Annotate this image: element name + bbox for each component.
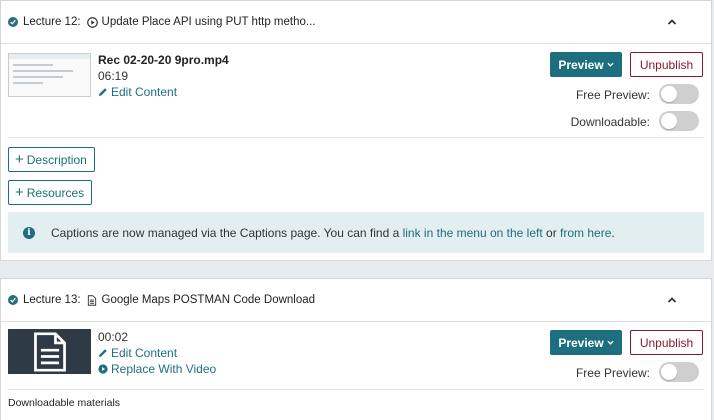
preview-button[interactable]: Preview <box>550 52 622 77</box>
chevron-up-icon[interactable] <box>667 295 677 305</box>
downloadable-label: Downloadable: <box>570 115 650 129</box>
free-preview-label: Free Preview: <box>575 88 650 102</box>
chevron-down-icon <box>607 62 614 67</box>
lecture-title: Update Place API using PUT http metho... <box>101 16 316 28</box>
captions-here-link[interactable]: from here <box>560 226 611 240</box>
chevron-down-icon <box>607 340 614 345</box>
free-preview-toggle[interactable] <box>659 362 699 382</box>
unpublish-button[interactable]: Unpublish <box>630 52 703 77</box>
pencil-icon <box>99 349 107 357</box>
pencil-icon <box>99 88 107 96</box>
description-label: Description <box>26 152 87 167</box>
lecture-label: Lecture 12: <box>23 16 81 28</box>
edit-content-link[interactable]: Edit Content <box>98 346 177 360</box>
edit-content-label: Edit Content <box>111 346 178 360</box>
play-circle-icon <box>98 364 108 374</box>
edit-content-label: Edit Content <box>111 85 178 99</box>
resources-button[interactable]: + Resources <box>8 180 93 205</box>
chevron-up-icon[interactable] <box>667 17 677 27</box>
lecture-12-content: Rec 02-20-20 9pro.mp4 06:19 Edit Content… <box>8 44 704 138</box>
description-button[interactable]: + Description <box>8 147 95 172</box>
check-circle-icon <box>8 295 18 305</box>
unpublish-label: Unpublish <box>639 335 694 350</box>
replace-with-video-link[interactable]: Replace With Video <box>98 362 216 376</box>
downloadable-toggle[interactable] <box>659 111 699 131</box>
free-preview-label: Free Preview: <box>575 366 650 380</box>
play-circle-icon <box>86 16 98 28</box>
lecture-12-card: Lecture 12: Update Place API using PUT h… <box>0 0 712 261</box>
lecture-13-header[interactable]: Lecture 13: Google Maps POSTMAN Code Dow… <box>1 279 711 322</box>
plus-icon: + <box>15 183 24 201</box>
free-preview-toggle[interactable] <box>659 84 699 104</box>
unpublish-label: Unpublish <box>639 57 694 72</box>
plus-icon: + <box>15 150 24 168</box>
captions-menu-link[interactable]: link in the menu on the left <box>403 226 543 240</box>
duration: 06:19 <box>98 69 129 83</box>
document-thumbnail[interactable] <box>8 329 91 374</box>
preview-label: Preview <box>558 57 604 72</box>
replace-with-video-label: Replace With Video <box>111 362 217 376</box>
video-thumbnail[interactable] <box>8 53 91 97</box>
lecture-12-header[interactable]: Lecture 12: Update Place API using PUT h… <box>1 1 711 44</box>
file-text-icon <box>87 294 98 306</box>
downloadable-materials-heading: Downloadable materials <box>8 397 121 409</box>
preview-button[interactable]: Preview <box>550 330 622 355</box>
edit-content-link[interactable]: Edit Content <box>98 85 177 99</box>
lecture-title: Google Maps POSTMAN Code Download <box>101 294 316 306</box>
info-icon: i <box>23 226 35 239</box>
lecture-13-content: 00:02 Edit Content Replace With Video Pr… <box>8 322 704 390</box>
preview-label: Preview <box>558 335 604 350</box>
duration: 00:02 <box>98 330 129 344</box>
captions-info-box: i Captions are now managed via the Capti… <box>8 212 704 253</box>
lecture-label: Lecture 13: <box>23 294 81 306</box>
document-icon <box>33 331 66 372</box>
resources-label: Resources <box>26 185 85 200</box>
lecture-13-card: Lecture 13: Google Maps POSTMAN Code Dow… <box>0 278 712 420</box>
file-name: Rec 02-20-20 9pro.mp4 <box>98 53 229 67</box>
check-circle-icon <box>8 17 18 27</box>
captions-info-text: Captions are now managed via the Caption… <box>51 225 615 240</box>
unpublish-button[interactable]: Unpublish <box>630 330 703 355</box>
